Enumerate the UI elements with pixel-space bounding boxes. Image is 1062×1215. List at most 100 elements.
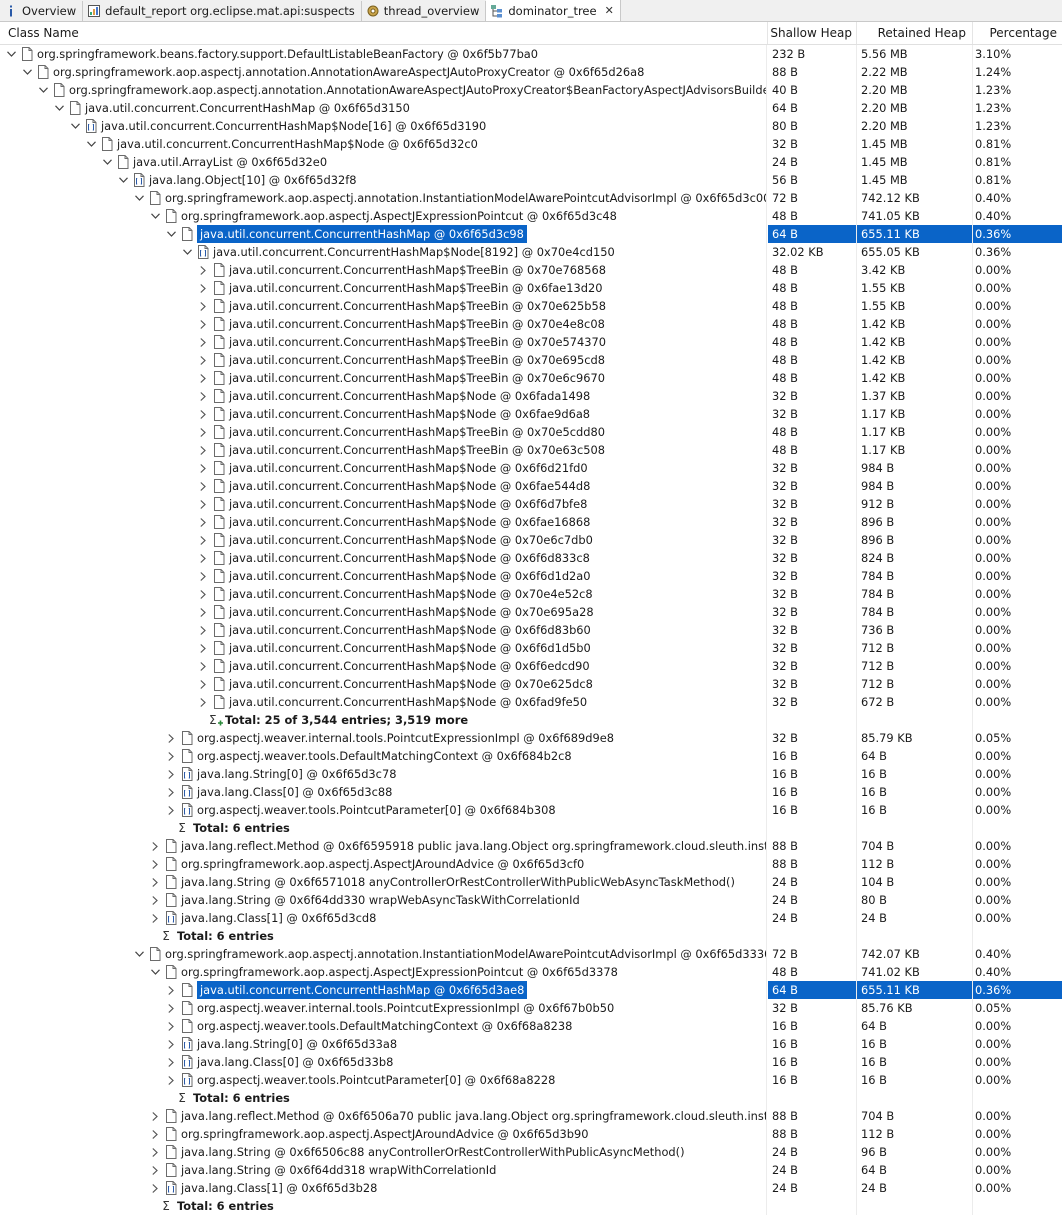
tab-overview[interactable]: Overview	[0, 1, 84, 21]
tree-row[interactable]: java.util.concurrent.ConcurrentHashMap$N…	[0, 603, 1062, 621]
chevron-right-icon[interactable]	[197, 297, 209, 315]
chevron-right-icon[interactable]	[197, 549, 209, 567]
tree-row[interactable]: java.util.concurrent.ConcurrentHashMap$T…	[0, 369, 1062, 387]
chevron-right-icon[interactable]	[165, 1035, 177, 1053]
tree-row[interactable]: org.aspectj.weaver.tools.PointcutParamet…	[0, 801, 1062, 819]
tree-row[interactable]: java.util.concurrent.ConcurrentHashMap$T…	[0, 423, 1062, 441]
chevron-right-icon[interactable]	[149, 1143, 161, 1161]
tree-row[interactable]: java.lang.Class[1] @ 0x6f65d3b28 24 B 24 B…	[0, 1179, 1062, 1197]
tree-row[interactable]: java.util.concurrent.ConcurrentHashMap$N…	[0, 513, 1062, 531]
tree-row[interactable]: org.aspectj.weaver.internal.tools.Pointc…	[0, 729, 1062, 747]
chevron-right-icon[interactable]	[197, 639, 209, 657]
tree-row[interactable]: java.util.concurrent.ConcurrentHashMap$N…	[0, 675, 1062, 693]
tree-row[interactable]: java.util.concurrent.ConcurrentHashMap$N…	[0, 639, 1062, 657]
chevron-down-icon[interactable]	[69, 117, 81, 135]
chevron-right-icon[interactable]	[149, 837, 161, 855]
close-icon[interactable]: ✕	[605, 4, 614, 17]
tree-row[interactable]: org.springframework.aop.aspectj.AspectJE…	[0, 963, 1062, 981]
chevron-right-icon[interactable]	[197, 621, 209, 639]
tab-dominator-tree[interactable]: dominator_tree ✕	[486, 0, 621, 21]
tree-row[interactable]: java.lang.Class[1] @ 0x6f65d3cd8 24 B 24 B…	[0, 909, 1062, 927]
tree-row[interactable]: java.util.concurrent.ConcurrentHashMap @…	[0, 99, 1062, 117]
chevron-right-icon[interactable]	[165, 981, 177, 999]
chevron-right-icon[interactable]	[197, 513, 209, 531]
chevron-right-icon[interactable]	[165, 1071, 177, 1089]
chevron-right-icon[interactable]	[149, 855, 161, 873]
total-row[interactable]: Σ Total: 6 entries	[0, 1089, 1062, 1107]
chevron-down-icon[interactable]	[21, 63, 33, 81]
tree-row[interactable]: java.lang.String @ 0x6f6506c88 anyContro…	[0, 1143, 1062, 1161]
chevron-right-icon[interactable]	[197, 585, 209, 603]
tab-thread-overview[interactable]: thread_overview	[362, 1, 487, 21]
tree-row[interactable]: java.util.concurrent.ConcurrentHashMap$N…	[0, 621, 1062, 639]
chevron-down-icon[interactable]	[149, 207, 161, 225]
tree-row[interactable]: org.aspectj.weaver.tools.DefaultMatching…	[0, 747, 1062, 765]
tree-row[interactable]: java.util.concurrent.ConcurrentHashMap$T…	[0, 261, 1062, 279]
tree-row[interactable]: java.util.concurrent.ConcurrentHashMap$N…	[0, 477, 1062, 495]
tree-row[interactable]: java.lang.reflect.Method @ 0x6f6506a70 p…	[0, 1107, 1062, 1125]
chevron-down-icon[interactable]	[5, 45, 17, 63]
tree-row[interactable]: java.util.concurrent.ConcurrentHashMap$T…	[0, 441, 1062, 459]
chevron-right-icon[interactable]	[197, 351, 209, 369]
tree-row[interactable]: java.util.concurrent.ConcurrentHashMap$N…	[0, 693, 1062, 711]
tree-row[interactable]: org.aspectj.weaver.tools.PointcutParamet…	[0, 1071, 1062, 1089]
tree-row[interactable]: java.util.concurrent.ConcurrentHashMap$T…	[0, 351, 1062, 369]
chevron-right-icon[interactable]	[149, 1161, 161, 1179]
tree-row[interactable]: java.util.concurrent.ConcurrentHashMap @…	[0, 981, 1062, 999]
chevron-right-icon[interactable]	[165, 801, 177, 819]
column-class-name[interactable]: Class Name	[0, 22, 768, 44]
chevron-right-icon[interactable]	[149, 909, 161, 927]
tab-default-report[interactable]: default_report org.eclipse.mat.api:suspe…	[83, 1, 362, 21]
chevron-right-icon[interactable]	[197, 441, 209, 459]
tree-row[interactable]: org.springframework.aop.aspectj.AspectJA…	[0, 1125, 1062, 1143]
tree-row[interactable]: org.springframework.aop.aspectj.AspectJA…	[0, 855, 1062, 873]
chevron-down-icon[interactable]	[181, 243, 193, 261]
chevron-right-icon[interactable]	[197, 531, 209, 549]
chevron-right-icon[interactable]	[197, 369, 209, 387]
chevron-right-icon[interactable]	[165, 729, 177, 747]
tree-row[interactable]: java.lang.String @ 0x6f64dd318 wrapWithC…	[0, 1161, 1062, 1179]
chevron-right-icon[interactable]	[165, 783, 177, 801]
chevron-right-icon[interactable]	[165, 1017, 177, 1035]
chevron-right-icon[interactable]	[197, 279, 209, 297]
column-percentage[interactable]: Percentage	[973, 22, 1062, 44]
tree-row[interactable]: java.lang.Class[0] @ 0x6f65d33b8 16 B 16 B…	[0, 1053, 1062, 1071]
tree-row[interactable]: java.lang.String[0] @ 0x6f65d3c78 16 B 16 …	[0, 765, 1062, 783]
chevron-right-icon[interactable]	[165, 765, 177, 783]
tree-row[interactable]: java.util.concurrent.ConcurrentHashMap$N…	[0, 495, 1062, 513]
chevron-right-icon[interactable]	[149, 1107, 161, 1125]
tree-row[interactable]: java.util.concurrent.ConcurrentHashMap$N…	[0, 117, 1062, 135]
tree-row[interactable]: java.lang.String @ 0x6f6571018 anyContro…	[0, 873, 1062, 891]
chevron-down-icon[interactable]	[117, 171, 129, 189]
tree-row[interactable]: org.springframework.aop.aspectj.AspectJE…	[0, 207, 1062, 225]
tree-row[interactable]: java.util.concurrent.ConcurrentHashMap$N…	[0, 549, 1062, 567]
chevron-down-icon[interactable]	[133, 189, 145, 207]
chevron-right-icon[interactable]	[149, 891, 161, 909]
chevron-down-icon[interactable]	[53, 99, 65, 117]
tree-row[interactable]: java.util.concurrent.ConcurrentHashMap @…	[0, 225, 1062, 243]
sum-more-icon[interactable]: Σ	[207, 713, 225, 727]
chevron-right-icon[interactable]	[149, 1125, 161, 1143]
chevron-right-icon[interactable]	[165, 999, 177, 1017]
chevron-down-icon[interactable]	[149, 963, 161, 981]
tree-row[interactable]: java.util.concurrent.ConcurrentHashMap$T…	[0, 315, 1062, 333]
chevron-down-icon[interactable]	[101, 153, 113, 171]
tree-row[interactable]: org.springframework.aop.aspectj.annotati…	[0, 63, 1062, 81]
tree-row[interactable]: org.springframework.beans.factory.suppor…	[0, 45, 1062, 63]
tree-row[interactable]: java.lang.String[0] @ 0x6f65d33a8 16 B 16 …	[0, 1035, 1062, 1053]
chevron-right-icon[interactable]	[197, 315, 209, 333]
chevron-right-icon[interactable]	[197, 477, 209, 495]
chevron-right-icon[interactable]	[197, 675, 209, 693]
tree-row[interactable]: org.aspectj.weaver.tools.DefaultMatching…	[0, 1017, 1062, 1035]
tree-row[interactable]: org.springframework.aop.aspectj.annotati…	[0, 81, 1062, 99]
column-retained-heap[interactable]: Retained Heap	[857, 22, 973, 44]
tree-row[interactable]: java.lang.String @ 0x6f64dd330 wrapWebAs…	[0, 891, 1062, 909]
total-row[interactable]: Σ Total: 6 entries	[0, 1197, 1062, 1215]
tree-row[interactable]: java.util.concurrent.ConcurrentHashMap$N…	[0, 135, 1062, 153]
chevron-down-icon[interactable]	[37, 81, 49, 99]
chevron-right-icon[interactable]	[197, 405, 209, 423]
chevron-right-icon[interactable]	[197, 261, 209, 279]
chevron-right-icon[interactable]	[197, 567, 209, 585]
tree-row[interactable]: java.util.concurrent.ConcurrentHashMap$N…	[0, 567, 1062, 585]
tree-row[interactable]: java.util.ArrayList @ 0x6f65d32e0 24 B 1.4…	[0, 153, 1062, 171]
